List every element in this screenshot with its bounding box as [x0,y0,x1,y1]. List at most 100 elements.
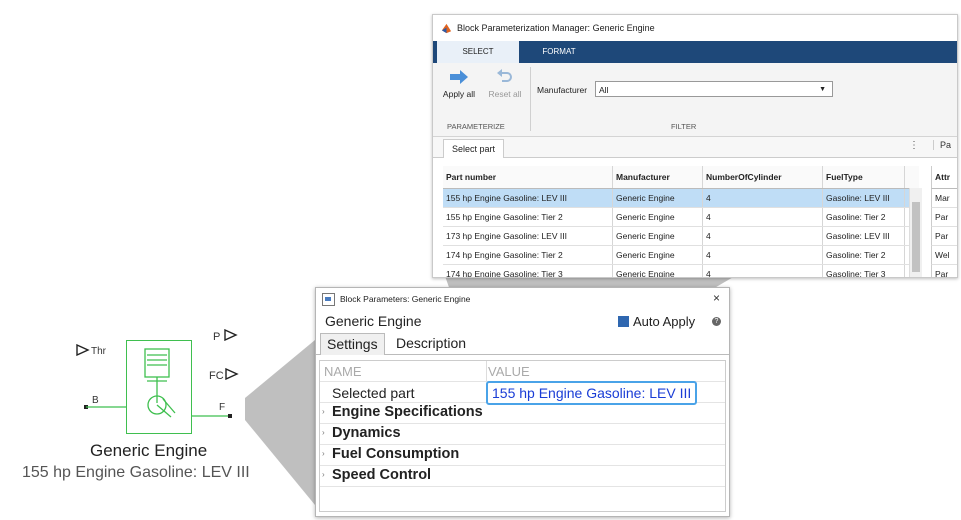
bp-titlebar: Block Parameters: Generic Engine × [316,288,729,310]
table-row[interactable]: 174 hp Engine Gasoline: Tier 3 Generic E… [443,265,919,277]
close-icon[interactable]: × [713,291,720,305]
bpm-titlebar: Block Parameterization Manager: Generic … [433,15,957,41]
table-header: Part number Manufacturer NumberOfCylinde… [443,166,919,189]
cell: 174 hp Engine Gasoline: Tier 2 [443,246,613,264]
chevron-right-icon: › [322,470,325,479]
tab-format[interactable]: FORMAT [529,41,589,63]
parameter-table: NAME VALUE Selected part 155 hp Engine G… [319,360,726,512]
part-table: Part number Manufacturer NumberOfCylinde… [443,166,919,277]
tab-select-part[interactable]: Select part [443,139,505,158]
chevron-right-icon: › [322,407,325,416]
attr-cell: Par [931,208,957,227]
column-divider [486,361,487,381]
manufacturer-dropdown[interactable]: All ▼ [595,81,833,97]
attribute-panel: Attr Mar Par Par Wel Par [931,166,957,277]
cell: Gasoline: Tier 2 [823,246,905,264]
b-port-line [86,406,126,408]
cell: 155 hp Engine Gasoline: LEV III [443,189,613,207]
auto-apply-label: Auto Apply [633,314,696,329]
cell: 4 [703,227,823,245]
thr-port-arrow-icon [76,344,90,356]
fc-port-arrow-icon [225,368,239,380]
tab-settings[interactable]: Settings [320,333,385,355]
bp-block-name: Generic Engine [325,313,422,329]
checkbox-checked-icon [618,316,629,327]
cell: Generic Engine [613,189,703,207]
col-header-part-number[interactable]: Part number [443,166,613,188]
toolstrip-separator [530,67,531,131]
scrollbar-thumb[interactable] [912,202,920,272]
cell: 173 hp Engine Gasoline: LEV III [443,227,613,245]
help-icon[interactable]: ? [712,317,721,326]
section-parameterize: PARAMETERIZE [447,122,505,131]
table-scrollbar[interactable] [909,188,922,277]
selected-part-link[interactable]: 155 hp Engine Gasoline: LEV III [486,381,698,405]
selected-part-label: Selected part [332,385,415,401]
cell: Gasoline: LEV III [823,227,905,245]
simulink-block-icon [322,292,335,306]
group-row-fuel-consumption[interactable]: › Fuel Consumption [320,445,725,466]
group-label: Speed Control [332,467,432,483]
engine-block[interactable] [126,340,192,434]
cell: Generic Engine [613,246,703,264]
attr-cell: Mar [931,189,957,208]
port-label-p: P [213,331,221,343]
manufacturer-value: All [599,85,609,95]
reset-all-button[interactable]: Reset all [485,69,525,99]
engine-block-diagram: Thr P FC B F Generic Engine 155 hp Engin… [0,300,310,520]
manufacturer-label: Manufacturer [537,85,588,95]
bpm-title: Block Parameterization Manager: Generic … [457,23,655,33]
apply-arrow-icon [450,70,468,84]
group-row-engine-specifications[interactable]: › Engine Specifications [320,403,725,424]
block-name: Generic Engine [90,441,208,460]
block-parameters-dialog: Block Parameters: Generic Engine × Gener… [315,287,730,517]
chevron-down-icon: ▼ [819,86,826,93]
group-label: Engine Specifications [332,404,483,420]
more-options-icon[interactable]: ⋮ [909,140,919,151]
block-parameterization-manager-window: Block Parameterization Manager: Generic … [432,14,958,278]
cell: 4 [703,246,823,264]
reset-all-label: Reset all [488,89,522,99]
engine-piston-icon [144,348,176,418]
cell: Generic Engine [613,265,703,277]
section-filter: FILTER [671,122,697,131]
bpm-toolstrip: Apply all Reset all PARAMETERIZE Manufac… [433,63,957,137]
matlab-logo-icon [441,23,452,33]
param-table-header: NAME VALUE [320,361,725,382]
bp-title: Block Parameters: Generic Engine [340,294,471,304]
group-label: Dynamics [332,425,401,441]
bpm-tabbar: SELECT FORMAT [433,41,957,63]
cell: 4 [703,265,823,277]
cell: Gasoline: LEV III [823,189,905,207]
cell: 4 [703,208,823,226]
col-header-cylinders[interactable]: NumberOfCylinder [703,166,823,188]
apply-all-button[interactable]: Apply all [439,69,479,99]
tab-parameters[interactable]: Pa [933,140,951,150]
cell: 4 [703,189,823,207]
group-row-dynamics[interactable]: › Dynamics [320,424,725,445]
cell: Gasoline: Tier 3 [823,265,905,277]
cell: 155 hp Engine Gasoline: Tier 2 [443,208,613,226]
cell: 174 hp Engine Gasoline: Tier 3 [443,265,613,277]
table-row[interactable]: 155 hp Engine Gasoline: LEV III Generic … [443,189,919,208]
col-header-manufacturer[interactable]: Manufacturer [613,166,703,188]
attr-header: Attr [931,166,957,189]
group-label: Fuel Consumption [332,446,460,462]
table-row[interactable]: 155 hp Engine Gasoline: Tier 2 Generic E… [443,208,919,227]
auto-apply-checkbox[interactable]: Auto Apply [618,314,695,329]
cell: Generic Engine [613,208,703,226]
tab-description[interactable]: Description [390,333,472,354]
table-row[interactable]: 173 hp Engine Gasoline: LEV III Generic … [443,227,919,246]
bpm-subtabbar: Select part ⋮ Pa [433,137,957,158]
col-header-fueltype[interactable]: FuelType [823,166,905,188]
group-row-speed-control[interactable]: › Speed Control [320,466,725,487]
table-row[interactable]: 174 hp Engine Gasoline: Tier 2 Generic E… [443,246,919,265]
attr-cell: Par [931,227,957,246]
f-port-line [190,415,228,417]
tab-select[interactable]: SELECT [437,41,519,63]
bp-tabs: Settings Description [316,332,729,355]
col-header-value: VALUE [488,364,530,379]
port-label-thr: Thr [91,346,106,357]
p-port-arrow-icon [224,329,238,341]
cell: Generic Engine [613,227,703,245]
